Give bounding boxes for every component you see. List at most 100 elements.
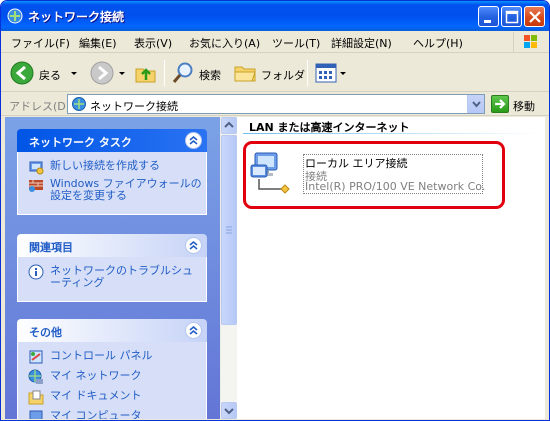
menu-help[interactable]: ヘルプ(H) xyxy=(413,35,463,51)
folders-button[interactable]: フォルダ xyxy=(231,58,305,88)
folders-icon xyxy=(234,66,256,82)
vertical-scrollbar[interactable] xyxy=(220,117,237,419)
search-button[interactable]: 検索 xyxy=(169,58,227,88)
related-header[interactable]: 関連項目 xyxy=(17,234,207,257)
menu-file[interactable]: ファイル(F) xyxy=(11,35,70,51)
content-area: ネットワーク タスク 新しい接続を作成する Windows ファイアウォールの設… xyxy=(5,117,545,419)
views-icon xyxy=(315,63,337,83)
chevron-up-icon xyxy=(189,325,198,335)
network-tasks-body: 新しい接続を作成する Windows ファイアウォールの設定を変更する xyxy=(17,152,207,215)
scroll-down-button[interactable] xyxy=(221,402,237,419)
back-button[interactable]: 戻る xyxy=(7,58,83,88)
address-label: アドレス(D) xyxy=(9,100,71,113)
task-new-connection-label: 新しい接続を作成する xyxy=(50,159,160,172)
menu-edit[interactable]: 編集(E) xyxy=(79,35,117,51)
chevron-up-icon xyxy=(189,135,198,145)
folders-label: フォルダ xyxy=(261,69,305,82)
task-firewall-label: Windows ファイアウォールの設定を変更する xyxy=(50,177,202,202)
standard-toolbar: 戻る 検索 フォルダ xyxy=(1,54,549,92)
network-connections-icon xyxy=(7,8,23,24)
toolbar-separator xyxy=(164,60,165,86)
task-firewall-settings[interactable]: Windows ファイアウォールの設定を変更する xyxy=(18,176,206,206)
related-body: ネットワークのトラブルシューティング xyxy=(17,257,207,302)
other-places-header[interactable]: その他 xyxy=(17,319,207,342)
place-my-documents[interactable]: マイ ドキュメント xyxy=(18,388,206,408)
toolbar-separator xyxy=(307,60,308,86)
file-list: LAN または高速インターネット ローカル エリア接続 接続 Intel(R) xyxy=(237,117,545,419)
address-value: ネットワーク接続 xyxy=(90,100,178,113)
control-panel-icon xyxy=(28,349,44,365)
menu-bar: ファイル(F) 編集(E) 表示(V) お気に入り(A) ツール(T) 詳細設定… xyxy=(1,31,549,53)
new-connection-icon xyxy=(28,159,44,175)
back-icon xyxy=(10,61,34,85)
task-troubleshoot[interactable]: ネットワークのトラブルシューティング xyxy=(18,263,206,293)
chevron-up-icon xyxy=(189,240,198,250)
network-tasks-title: ネットワーク タスク xyxy=(29,136,132,149)
address-input[interactable]: ネットワーク接続 xyxy=(67,94,485,114)
forward-icon xyxy=(90,61,114,85)
forward-dropdown-icon[interactable] xyxy=(119,72,125,75)
scroll-thumb[interactable] xyxy=(221,135,237,325)
go-label[interactable]: 移動 xyxy=(513,98,535,114)
menu-view[interactable]: 表示(V) xyxy=(134,35,172,51)
my-computer-icon xyxy=(28,409,44,419)
maximize-button[interactable] xyxy=(501,6,522,27)
connection-device: Intel(R) PRO/100 VE Network Co... xyxy=(305,180,485,193)
network-tasks-header[interactable]: ネットワーク タスク xyxy=(17,129,207,152)
maximize-icon xyxy=(505,10,519,24)
up-folder-icon xyxy=(135,68,156,83)
task-troubleshoot-label: ネットワークのトラブルシューティング xyxy=(50,264,193,289)
back-dropdown-icon[interactable] xyxy=(71,72,77,75)
place-my-documents-label: マイ ドキュメント xyxy=(50,389,142,402)
other-places-title: その他 xyxy=(29,326,62,339)
views-dropdown-icon[interactable] xyxy=(340,72,346,75)
scroll-up-button[interactable] xyxy=(221,117,237,134)
place-my-network-label: マイ ネットワーク xyxy=(50,369,142,382)
collapse-button[interactable] xyxy=(185,322,202,339)
firewall-icon xyxy=(28,177,44,193)
menu-advanced[interactable]: 詳細設定(N) xyxy=(331,35,392,51)
address-dropdown-button[interactable] xyxy=(467,95,484,113)
place-my-network[interactable]: マイ ネットワーク xyxy=(18,368,206,388)
title-bar[interactable]: ネットワーク接続 xyxy=(1,1,549,31)
close-button[interactable] xyxy=(524,6,545,27)
other-places-panel: その他 コントロール パネル マイ ネットワーク マイ ドキュメント マイ コン… xyxy=(17,319,207,419)
related-panel: 関連項目 ネットワークのトラブルシューティング xyxy=(17,234,207,302)
minimize-icon xyxy=(484,20,491,23)
minimize-button[interactable] xyxy=(478,6,499,27)
go-arrow-icon xyxy=(495,99,506,109)
go-button[interactable] xyxy=(491,95,509,113)
close-icon xyxy=(529,11,541,23)
task-new-connection[interactable]: 新しい接続を作成する xyxy=(18,158,206,176)
menu-tools[interactable]: ツール(T) xyxy=(272,35,320,51)
place-my-computer-label: マイ コンピュータ xyxy=(50,409,142,420)
my-documents-icon xyxy=(28,389,44,405)
collapse-button[interactable] xyxy=(185,132,202,149)
info-icon xyxy=(28,264,44,280)
place-control-panel[interactable]: コントロール パネル xyxy=(18,348,206,368)
task-pane: ネットワーク タスク 新しい接続を作成する Windows ファイアウォールの設… xyxy=(5,117,220,419)
related-title: 関連項目 xyxy=(29,241,73,254)
grip-icon xyxy=(226,226,232,234)
chevron-up-icon xyxy=(224,121,234,128)
explorer-window: ネットワーク接続 ファイル(F) 編集(E) 表示(V) お気に入り(A) ツー… xyxy=(0,0,550,421)
network-tasks-panel: ネットワーク タスク 新しい接続を作成する Windows ファイアウォールの設… xyxy=(17,129,207,215)
my-network-icon xyxy=(28,369,44,385)
up-folder-button[interactable] xyxy=(133,58,159,88)
place-control-panel-label: コントロール パネル xyxy=(50,349,153,362)
other-places-body: コントロール パネル マイ ネットワーク マイ ドキュメント マイ コンピュータ xyxy=(17,342,207,419)
group-divider xyxy=(243,133,541,134)
chevron-down-icon xyxy=(224,408,234,415)
address-bar: アドレス(D) ネットワーク接続 移動 xyxy=(1,93,549,116)
menu-favorites[interactable]: お気に入り(A) xyxy=(189,35,260,51)
chevron-down-icon xyxy=(472,101,481,108)
collapse-button[interactable] xyxy=(185,237,202,254)
network-connections-icon xyxy=(71,96,87,112)
views-button[interactable] xyxy=(313,58,347,88)
forward-button[interactable] xyxy=(87,58,125,88)
back-label: 戻る xyxy=(39,69,61,82)
windows-logo-icon xyxy=(513,32,543,52)
search-icon xyxy=(172,62,193,83)
search-label: 検索 xyxy=(199,69,221,82)
place-my-computer[interactable]: マイ コンピュータ xyxy=(18,408,206,419)
